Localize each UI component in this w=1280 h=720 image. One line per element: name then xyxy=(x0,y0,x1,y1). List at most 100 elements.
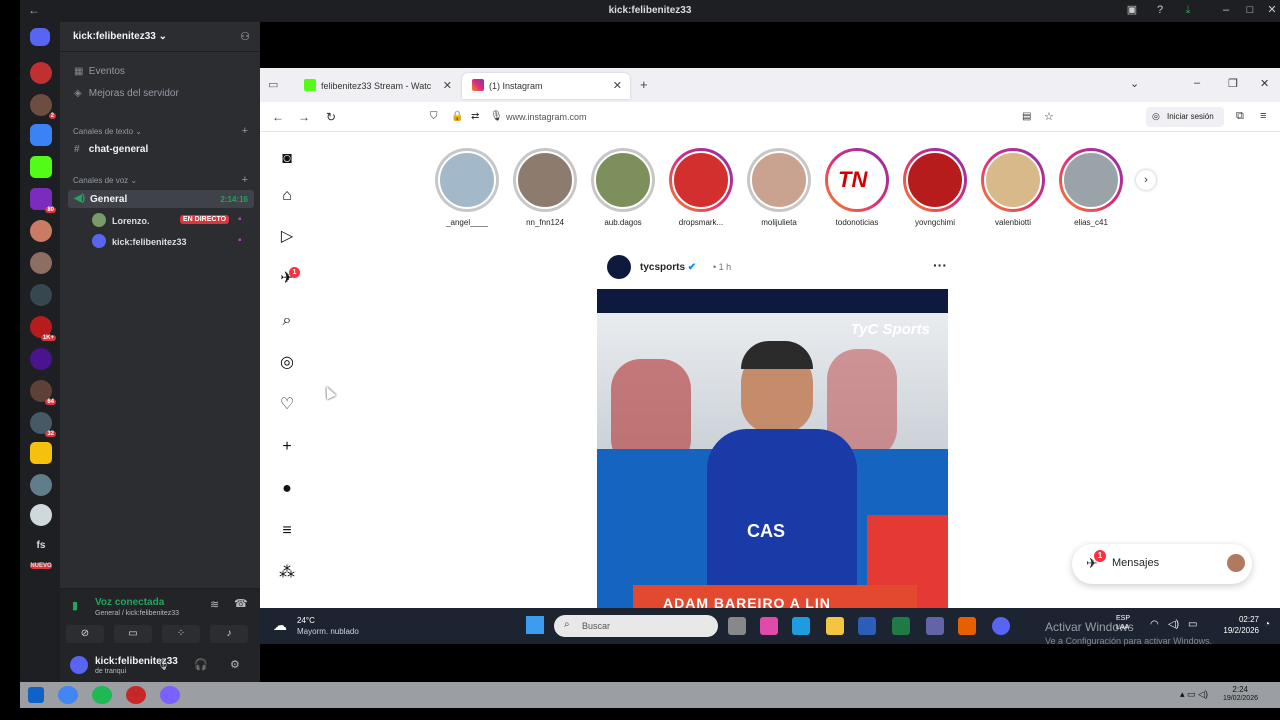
messages-button[interactable]: ✈ 1 Mensajes xyxy=(1072,544,1252,584)
post-options-icon[interactable]: ··· xyxy=(933,257,947,273)
server-icon[interactable] xyxy=(30,220,52,242)
lock-icon[interactable]: 🔒 xyxy=(451,111,463,122)
server-icon[interactable] xyxy=(30,62,52,84)
add-channel-icon[interactable]: + xyxy=(242,125,248,137)
wifi-icon[interactable]: ◠ xyxy=(1150,619,1159,630)
stories-next-icon[interactable]: › xyxy=(1136,170,1156,190)
minimize-icon[interactable]: – xyxy=(1194,77,1200,89)
download-icon[interactable]: ⤓ xyxy=(1182,4,1194,16)
explore-icon[interactable]: ◎ xyxy=(277,353,297,373)
camera-off-icon[interactable]: ⊘ xyxy=(66,625,104,643)
file-explorer-icon[interactable] xyxy=(826,617,844,635)
screen-share-icon[interactable]: ▭ xyxy=(114,625,152,643)
microphone-permission-icon[interactable]: 🎙 xyxy=(490,111,503,122)
server-new[interactable]: NUEVO xyxy=(30,563,52,569)
sign-in-button[interactable]: ◎ Iniciar sesión xyxy=(1146,107,1224,127)
weather-icon[interactable]: ☁ xyxy=(273,617,287,634)
instagram-logo-icon[interactable]: ◙ xyxy=(277,149,297,169)
windows-start-icon[interactable] xyxy=(28,687,44,703)
bookmark-star-icon[interactable]: ☆ xyxy=(1044,110,1054,123)
teams-icon[interactable] xyxy=(926,617,944,635)
firefox-icon[interactable] xyxy=(958,617,976,635)
server-icon[interactable]: 64 xyxy=(30,380,56,405)
back-icon[interactable]: ← xyxy=(272,110,284,124)
post-image[interactable]: CAS TyC Sports ADAM BAREIRO A LIN xyxy=(597,289,948,609)
restore-icon[interactable]: ❐ xyxy=(1228,77,1238,90)
voice-user[interactable]: kick:felibenitez33 xyxy=(112,237,187,247)
server-icon[interactable] xyxy=(30,442,52,464)
server-icon[interactable] xyxy=(30,124,52,146)
settings-gear-icon[interactable]: ⚙ xyxy=(230,658,240,671)
create-icon[interactable]: + xyxy=(277,437,297,457)
excel-icon[interactable] xyxy=(892,617,910,635)
edge-icon[interactable] xyxy=(792,617,810,635)
server-icon[interactable] xyxy=(30,474,52,496)
server-icon[interactable]: 2 xyxy=(30,94,56,119)
reload-icon[interactable]: ↻ xyxy=(326,110,336,124)
close-icon[interactable]: ✕ xyxy=(1266,4,1278,16)
server-icon[interactable] xyxy=(30,348,52,370)
task-view-icon[interactable] xyxy=(728,617,746,635)
voice-category[interactable]: Canales de voz ⌄ xyxy=(73,176,137,185)
avatar[interactable] xyxy=(70,656,88,674)
volume-icon[interactable]: ◁) xyxy=(1168,619,1179,630)
voice-channel-general[interactable]: ◀) General 2:14:16 xyxy=(68,190,254,208)
shield-icon[interactable]: ⛉ xyxy=(430,111,438,122)
server-icon[interactable]: 1K+ xyxy=(30,316,56,341)
windows-start-icon[interactable] xyxy=(526,616,544,634)
server-icon[interactable] xyxy=(30,252,52,274)
events-row[interactable]: ▦ Eventos xyxy=(74,66,125,77)
activities-icon[interactable]: ⁘ xyxy=(162,625,200,643)
new-tab-icon[interactable]: + xyxy=(640,77,648,92)
tray-icons[interactable]: ▴ ▭ ◁) xyxy=(1180,689,1208,700)
add-voice-channel-icon[interactable]: + xyxy=(242,174,248,186)
app-icon[interactable] xyxy=(126,686,146,704)
post-username[interactable]: tycsports ✔ xyxy=(640,262,696,273)
headphones-icon[interactable]: 🎧 xyxy=(194,658,208,671)
language-indicator[interactable]: ESP LAA xyxy=(1116,614,1130,632)
avatar[interactable] xyxy=(607,255,631,279)
inbox-icon[interactable]: ▣ xyxy=(1126,4,1138,16)
reels-icon[interactable]: ▷ xyxy=(277,227,297,247)
notifications-icon[interactable]: ◔ xyxy=(1264,619,1270,630)
word-icon[interactable] xyxy=(858,617,876,635)
maximize-icon[interactable]: □ xyxy=(1244,4,1256,16)
app-icon[interactable] xyxy=(160,686,180,704)
tab-kick[interactable]: felibenitez33 Stream - Watch Li ✕ xyxy=(294,73,460,99)
signal-icon[interactable]: ▮ xyxy=(72,599,78,612)
microphone-icon[interactable]: 🎙 xyxy=(156,658,170,671)
soundboard-icon[interactable]: ♪ xyxy=(210,625,248,643)
also-from-meta-icon[interactable]: ⁂ xyxy=(277,563,297,583)
more-menu-icon[interactable]: ≡ xyxy=(277,521,297,541)
discord-icon[interactable] xyxy=(992,617,1010,635)
copilot-icon[interactable] xyxy=(760,617,778,635)
disconnect-icon[interactable]: ☎ xyxy=(234,597,248,610)
discord-home-icon[interactable] xyxy=(30,28,50,46)
noise-suppression-icon[interactable]: ≋ xyxy=(210,598,219,611)
text-category[interactable]: Canales de texto ⌄ xyxy=(73,127,142,136)
help-icon[interactable]: ? xyxy=(1154,4,1166,16)
url-bar[interactable]: www.instagram.com xyxy=(506,112,587,122)
heart-icon[interactable]: ♡ xyxy=(277,395,297,415)
voice-user[interactable]: Lorenzo. xyxy=(112,216,150,226)
boosts-row[interactable]: ◈ Mejoras del servidor xyxy=(74,88,179,99)
extensions-icon[interactable]: ⧉ xyxy=(1236,110,1244,123)
close-icon[interactable]: ✕ xyxy=(1260,77,1269,90)
search-icon[interactable]: ⌕ xyxy=(277,311,297,331)
server-name[interactable]: kick:felibenitez33 ⌄ xyxy=(73,31,167,42)
profile-icon[interactable]: ● xyxy=(277,479,297,499)
kick-server-icon[interactable] xyxy=(30,156,52,178)
menu-icon[interactable]: ≡ xyxy=(1260,110,1266,122)
tab-instagram[interactable]: (1) Instagram ✕ xyxy=(462,73,630,99)
reader-view-icon[interactable]: ▤ xyxy=(1022,111,1031,122)
close-tab-icon[interactable]: ✕ xyxy=(443,79,452,92)
server-icon[interactable] xyxy=(30,284,52,306)
home-icon[interactable]: ⌂ xyxy=(277,186,297,206)
server-icon[interactable]: 32 xyxy=(30,412,56,437)
chrome-icon[interactable] xyxy=(58,686,78,704)
channel-chat-general[interactable]: # chat-general xyxy=(74,144,148,155)
minimize-icon[interactable]: – xyxy=(1220,4,1232,16)
spotify-icon[interactable] xyxy=(92,686,112,704)
battery-icon[interactable]: ▭ xyxy=(1188,619,1197,630)
server-icon[interactable]: 80 xyxy=(30,188,56,213)
